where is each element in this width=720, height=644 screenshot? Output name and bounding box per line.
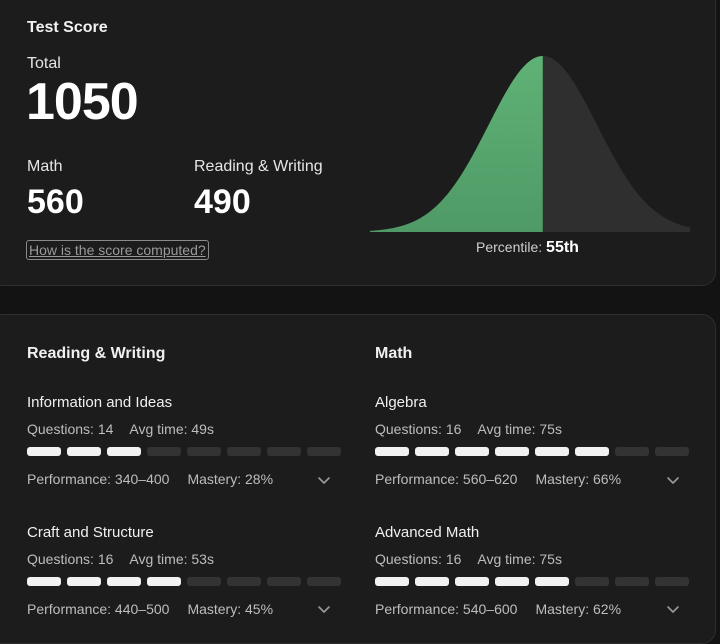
progress-segment-filled	[415, 447, 449, 456]
percentile-distribution-chart	[370, 56, 690, 232]
category-meta: Questions: 16 Avg time: 53s	[27, 551, 214, 567]
progress-segment-filled	[27, 447, 61, 456]
category-performance: Performance: 440–500 Mastery: 45%	[27, 601, 273, 617]
math-score-value: 560	[27, 183, 84, 221]
progress-segment-empty	[307, 577, 341, 586]
progress-segment-filled	[455, 577, 489, 586]
questions-count: Questions: 16	[27, 551, 114, 567]
chevron-down-icon[interactable]	[314, 470, 334, 490]
progress-segment-filled	[67, 447, 101, 456]
category-performance: Performance: 540–600 Mastery: 62%	[375, 601, 621, 617]
category-title: Information and Ideas	[27, 394, 173, 411]
performance-range: Performance: 340–400	[27, 471, 170, 487]
avg-time: Avg time: 49s	[129, 421, 214, 437]
progress-segment-empty	[615, 447, 649, 456]
questions-count: Questions: 14	[27, 421, 114, 437]
percentile-curve-filled	[370, 56, 543, 232]
chevron-down-icon[interactable]	[314, 599, 334, 619]
questions-count: Questions: 16	[375, 421, 462, 437]
progress-segment-empty	[187, 577, 221, 586]
mastery-progress-bar	[375, 447, 689, 456]
progress-segment-filled	[455, 447, 489, 456]
progress-segment-empty	[267, 577, 301, 586]
mastery-progress-bar	[375, 577, 689, 586]
mastery-progress-bar	[27, 447, 341, 456]
total-score-value: 1050	[26, 73, 139, 131]
progress-segment-filled	[575, 447, 609, 456]
progress-segment-empty	[575, 577, 609, 586]
mastery-percent: Mastery: 28%	[187, 471, 274, 487]
progress-segment-filled	[375, 577, 409, 586]
progress-segment-filled	[67, 577, 101, 586]
progress-segment-empty	[615, 577, 649, 586]
performance-range: Performance: 440–500	[27, 601, 170, 617]
mastery-progress-bar	[27, 577, 341, 586]
category-meta: Questions: 16 Avg time: 75s	[375, 551, 562, 567]
category-meta: Questions: 16 Avg time: 75s	[375, 421, 562, 437]
percentile-readout: Percentile: 55th	[476, 239, 579, 257]
progress-segment-empty	[187, 447, 221, 456]
questions-count: Questions: 16	[375, 551, 462, 567]
progress-segment-empty	[307, 447, 341, 456]
percentile-curve-remainder	[542, 56, 690, 232]
progress-segment-empty	[267, 447, 301, 456]
section-title-math: Math	[375, 345, 413, 362]
avg-time: Avg time: 75s	[477, 421, 562, 437]
test-score-title: Test Score	[27, 19, 108, 36]
performance-range: Performance: 560–620	[375, 471, 518, 487]
category-title: Advanced Math	[375, 524, 480, 541]
progress-segment-filled	[535, 447, 569, 456]
mastery-percent: Mastery: 66%	[535, 471, 622, 487]
performance-range: Performance: 540–600	[375, 601, 518, 617]
progress-segment-filled	[535, 577, 569, 586]
progress-segment-empty	[227, 577, 261, 586]
progress-segment-filled	[495, 447, 529, 456]
math-score-label: Math	[27, 158, 63, 175]
progress-segment-filled	[495, 577, 529, 586]
mastery-percent: Mastery: 45%	[187, 601, 274, 617]
category-performance: Performance: 340–400 Mastery: 28%	[27, 471, 273, 487]
chevron-down-icon[interactable]	[663, 599, 683, 619]
progress-segment-filled	[415, 577, 449, 586]
category-meta: Questions: 14 Avg time: 49s	[27, 421, 214, 437]
progress-segment-filled	[107, 447, 141, 456]
category-performance: Performance: 560–620 Mastery: 66%	[375, 471, 621, 487]
percentile-value: 55th	[546, 239, 579, 256]
progress-segment-empty	[655, 577, 689, 586]
chevron-down-icon[interactable]	[663, 470, 683, 490]
progress-segment-empty	[147, 447, 181, 456]
mastery-percent: Mastery: 62%	[535, 601, 622, 617]
score-computation-help-link[interactable]: How is the score computed?	[26, 240, 209, 260]
progress-segment-empty	[655, 447, 689, 456]
total-label: Total	[27, 55, 61, 72]
progress-segment-filled	[27, 577, 61, 586]
reading-writing-score-label: Reading & Writing	[194, 158, 323, 175]
category-title: Algebra	[375, 394, 427, 411]
progress-segment-filled	[375, 447, 409, 456]
reading-writing-score-value: 490	[194, 183, 251, 221]
progress-segment-filled	[147, 577, 181, 586]
percentile-label: Percentile:	[476, 239, 543, 255]
avg-time: Avg time: 53s	[129, 551, 214, 567]
progress-segment-filled	[107, 577, 141, 586]
category-title: Craft and Structure	[27, 524, 154, 541]
progress-segment-empty	[227, 447, 261, 456]
avg-time: Avg time: 75s	[477, 551, 562, 567]
section-title-reading-writing: Reading & Writing	[27, 345, 166, 362]
